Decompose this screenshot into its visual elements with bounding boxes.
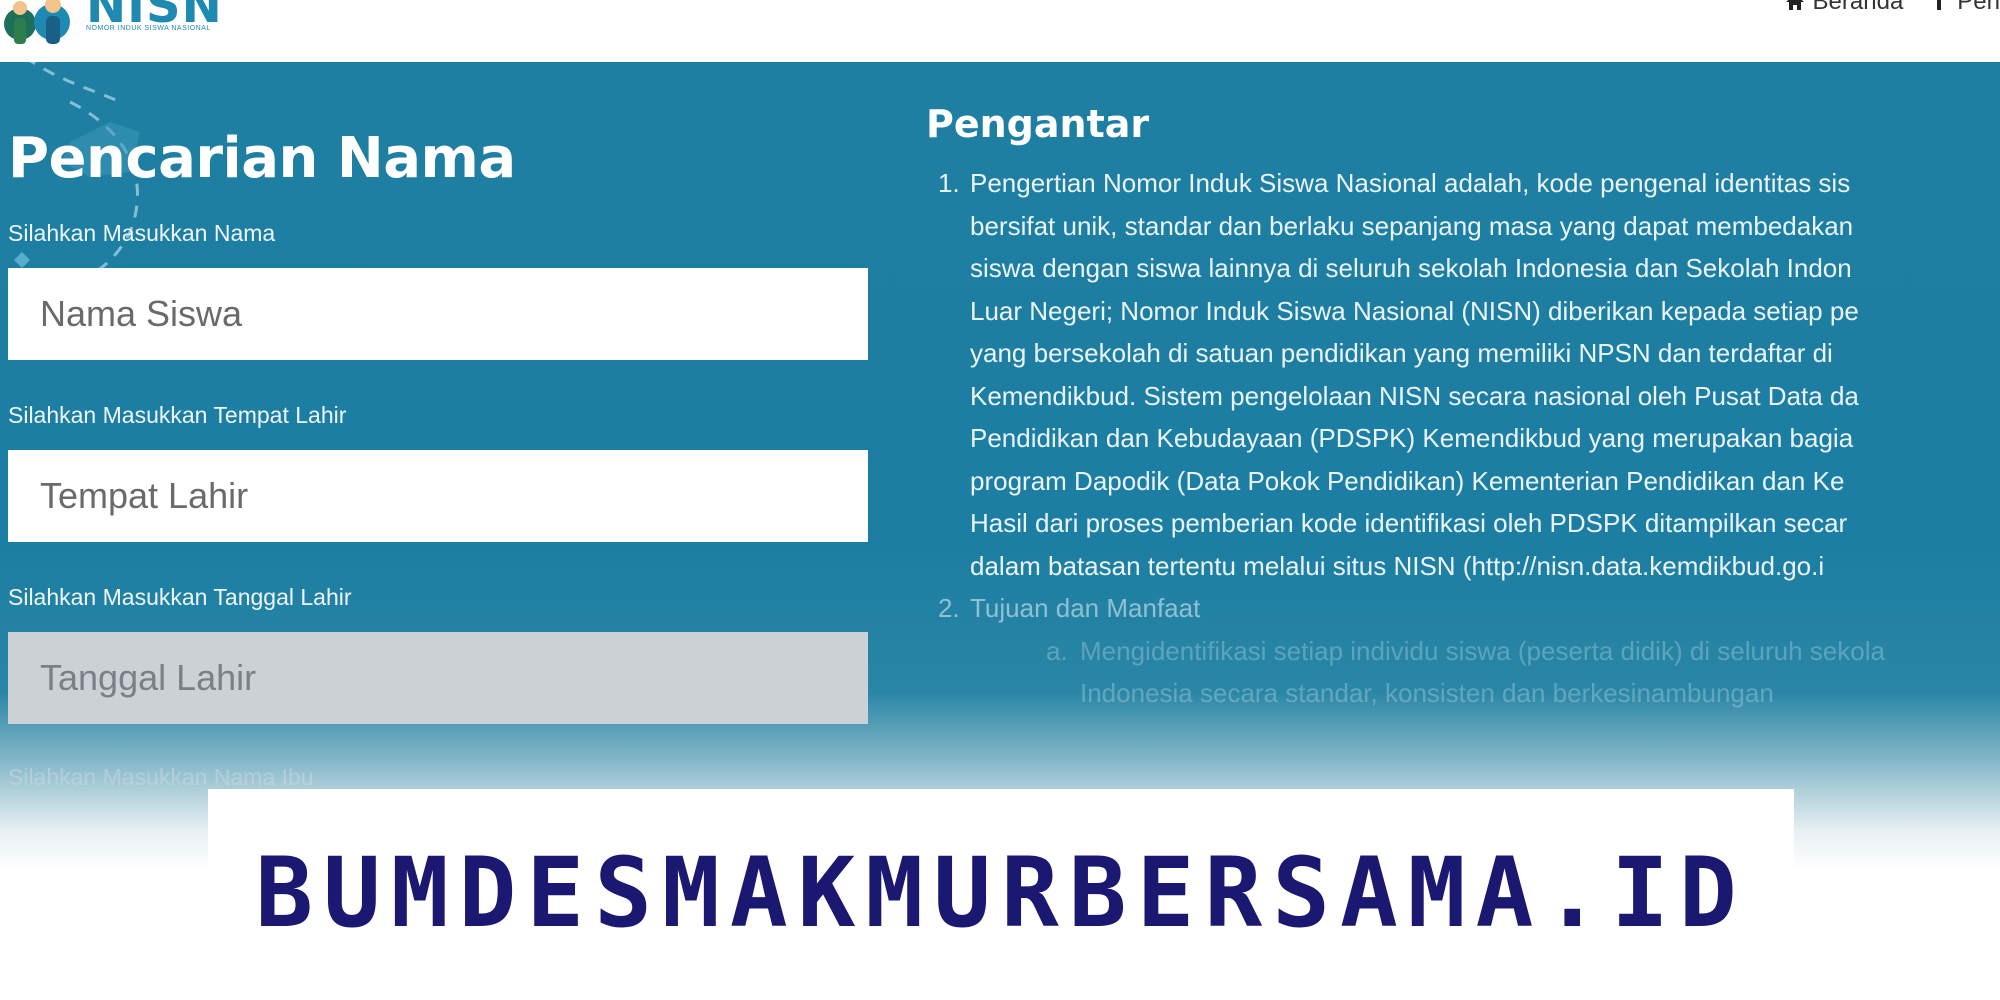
nav-label-beranda: Beranda bbox=[1812, 0, 1904, 15]
intro-item-1: 1. Pengertian Nomor Induk Siswa Nasional… bbox=[938, 162, 2000, 587]
intro-line: Pendidikan dan Kebudayaan (PDSPK) Kemend… bbox=[970, 423, 1854, 453]
birthdate-field-label: Silahkan Masukkan Tanggal Lahir bbox=[8, 584, 352, 610]
student-name-input[interactable] bbox=[8, 268, 868, 360]
watermark-banner: BUMDESMAKMURBERSAMA.ID bbox=[208, 789, 1794, 1000]
intro-item-number: 1. bbox=[938, 168, 960, 198]
intro-title: Pengantar bbox=[926, 102, 1150, 146]
mother-name-field-label: Silahkan Masukkan Nama Ibu bbox=[8, 764, 314, 790]
intro-line: program Dapodik (Data Pokok Pendidikan) … bbox=[970, 465, 1845, 496]
nav-label-pengantar: Pen bbox=[1957, 0, 2000, 15]
intro-line: siswa dengan siswa lainnya di seluruh se… bbox=[970, 253, 1852, 283]
intro-item-number: 2. bbox=[938, 593, 960, 623]
top-bar: NISN NOMOR INDUK SISWA NASIONAL Beranda … bbox=[0, 0, 2000, 62]
intro-item-2: 2. Tujuan dan Manfaat bbox=[938, 587, 2000, 630]
birthdate-input[interactable] bbox=[8, 632, 868, 724]
intro-line: yang bersekolah di satuan pendidikan yan… bbox=[970, 338, 1833, 368]
intro-line: dalam batasan tertentu melalui situs NIS… bbox=[970, 550, 1825, 581]
intro-line: bersifat unik, standar dan berlaku sepan… bbox=[970, 210, 1854, 241]
intro-line: Pengertian Nomor Induk Siswa Nasional ad… bbox=[970, 168, 1851, 198]
intro-line: Hasil dari proses pemberian kode identif… bbox=[970, 508, 1848, 538]
search-hero: Pencarian Nama Silahkan Masukkan Nama Si… bbox=[0, 62, 2000, 870]
birthplace-field-label: Silahkan Masukkan Tempat Lahir bbox=[8, 402, 347, 428]
nav-item-pengantar[interactable]: Pen bbox=[1929, 0, 2000, 16]
info-icon bbox=[1937, 0, 1942, 10]
name-field-label: Silahkan Masukkan Nama bbox=[8, 220, 276, 246]
intro-line: Tujuan dan Manfaat bbox=[970, 593, 1201, 623]
intro-line: Indonesia secara standar, konsisten dan … bbox=[1080, 678, 1774, 708]
nav-item-beranda[interactable]: Beranda bbox=[1785, 0, 1904, 16]
intro-line: Luar Negeri; Nomor Induk Siswa Nasional … bbox=[970, 295, 1859, 326]
home-icon bbox=[1785, 0, 1804, 10]
search-title: Pencarian Nama bbox=[8, 126, 516, 191]
intro-line: Kemendikbud. Sistem pengelolaan NISN sec… bbox=[970, 380, 1859, 411]
intro-line: Mengidentifikasi setiap individu siswa (… bbox=[1080, 635, 1885, 666]
birthplace-input[interactable] bbox=[8, 450, 868, 542]
intro-subitem-a: a. Mengidentifikasi setiap individu sisw… bbox=[970, 630, 2000, 715]
intro-list: 1. Pengertian Nomor Induk Siswa Nasional… bbox=[938, 162, 2000, 715]
watermark-text: BUMDESMAKMURBERSAMA.ID bbox=[255, 837, 1747, 949]
main-nav: Beranda Pen bbox=[1785, 0, 2000, 16]
logo-subtitle: NOMOR INDUK SISWA NASIONAL bbox=[86, 25, 211, 32]
intro-subitem-number: a. bbox=[1046, 635, 1068, 666]
